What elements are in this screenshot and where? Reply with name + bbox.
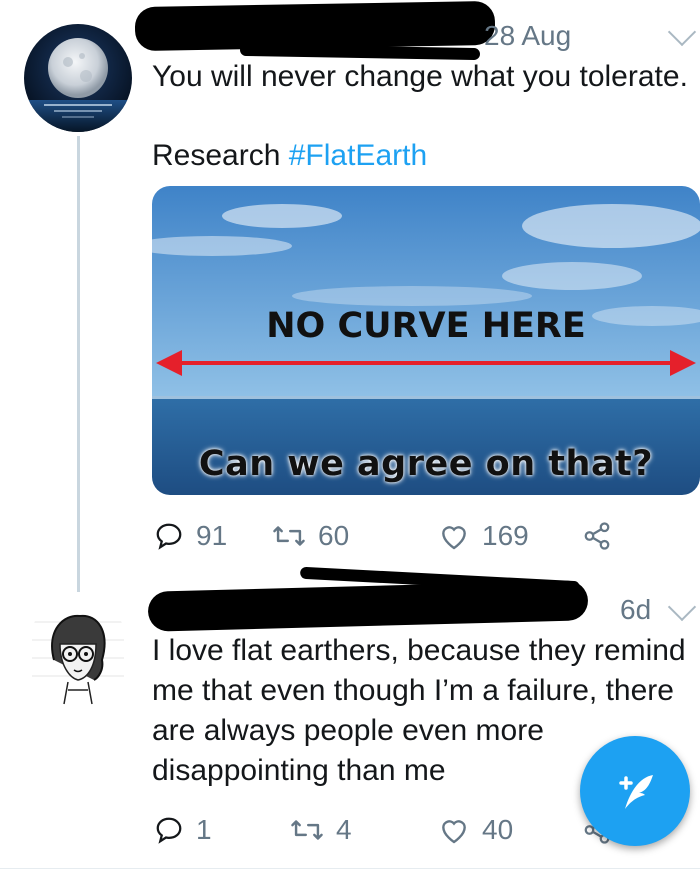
avatar-moon[interactable] bbox=[24, 24, 132, 132]
share-button[interactable] bbox=[582, 516, 624, 556]
tweet-text-line-3: are always people even more bbox=[152, 714, 544, 747]
tweet-text: You will never change what you tolerate. bbox=[152, 60, 688, 93]
like-count: 40 bbox=[482, 814, 514, 845]
retweet-icon bbox=[291, 820, 323, 840]
tweet-text-line-4: disappointing than me bbox=[152, 754, 446, 787]
like-button[interactable]: 169 bbox=[438, 516, 529, 556]
reply-count: 91 bbox=[196, 520, 228, 551]
sketch-portrait-image bbox=[24, 600, 132, 708]
compose-tweet-button[interactable] bbox=[580, 736, 690, 846]
tweet-date: 28 Aug bbox=[484, 20, 572, 51]
like-button[interactable]: 40 bbox=[438, 810, 513, 850]
tweet-date: 6d bbox=[620, 594, 652, 625]
tweet-text-line-1: I love flat earthers, because they remin… bbox=[152, 634, 686, 667]
tweet-actions: 91 60 169 bbox=[152, 516, 672, 556]
tweet-research-line: Research #FlatEarth bbox=[152, 137, 427, 175]
heart-icon bbox=[442, 526, 466, 550]
like-count: 169 bbox=[482, 520, 529, 551]
moon-over-sea-image bbox=[24, 24, 132, 132]
share-icon bbox=[584, 522, 610, 550]
research-label: Research bbox=[152, 139, 289, 172]
tweet-text-line-2: me that even though I’m a failure, there bbox=[152, 674, 674, 707]
reply-icon bbox=[156, 817, 182, 844]
reply-icon bbox=[156, 523, 182, 550]
thread-connector-line bbox=[77, 136, 80, 592]
retweet-count: 60 bbox=[318, 520, 350, 551]
redacted-username bbox=[134, 0, 496, 52]
retweet-button[interactable]: 60 bbox=[272, 516, 349, 556]
compose-tweet-icon bbox=[619, 775, 653, 809]
reply-count: 1 bbox=[196, 814, 212, 845]
heart-icon bbox=[442, 820, 466, 844]
reply-button[interactable]: 91 bbox=[154, 516, 227, 556]
image-caption: Can we agree on that? bbox=[198, 444, 654, 484]
retweet-button[interactable]: 4 bbox=[290, 810, 352, 850]
chevron-down-icon[interactable] bbox=[667, 592, 697, 622]
chevron-down-icon[interactable] bbox=[667, 17, 697, 47]
tweet-image[interactable]: NO CURVE HERE Can we agree on that? bbox=[152, 186, 700, 495]
retweet-count: 4 bbox=[336, 814, 352, 845]
reply-button[interactable]: 1 bbox=[154, 810, 212, 850]
hashtag-link[interactable]: #FlatEarth bbox=[289, 139, 427, 172]
image-headline: NO CURVE HERE bbox=[266, 306, 586, 346]
divider bbox=[0, 868, 700, 869]
avatar-sketch[interactable] bbox=[24, 600, 132, 708]
retweet-icon bbox=[273, 526, 305, 546]
